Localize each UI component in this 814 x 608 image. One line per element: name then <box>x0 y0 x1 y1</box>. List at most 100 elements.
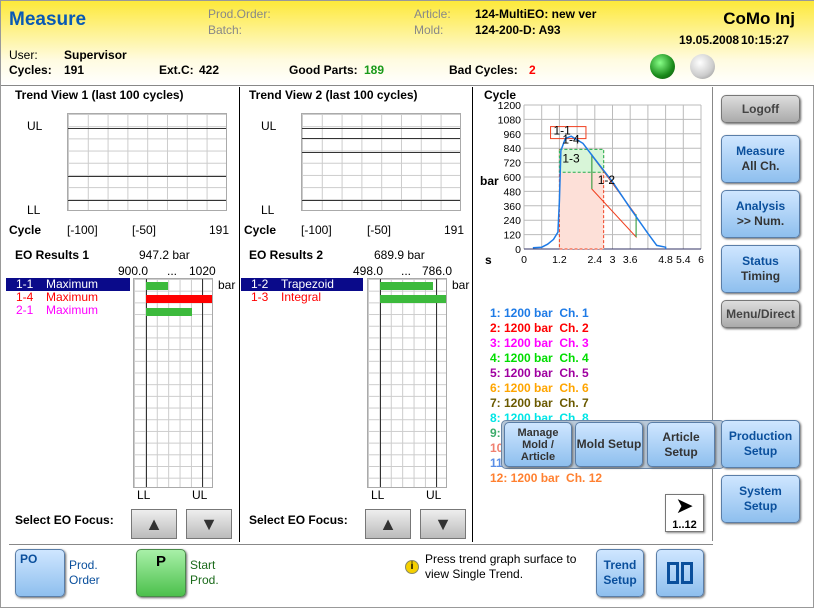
app-name: CoMo Inj <box>723 9 795 28</box>
x-tick-label: 2.4 <box>587 254 602 266</box>
status-button[interactable]: Status Timing <box>721 245 800 293</box>
y-tick-label: 480 <box>503 186 521 198</box>
arrow-down-icon: ▼ <box>434 513 452 534</box>
eo-name: Maximum <box>46 290 99 304</box>
eo-result-bar <box>380 295 446 303</box>
eo2-unit: bar <box>452 278 470 292</box>
eo-id: 2-1 <box>16 303 34 317</box>
eo1-value: 947.2 bar <box>139 248 190 262</box>
eo-name: Maximum <box>46 277 99 291</box>
button-label: Menu/Direct <box>726 306 795 321</box>
user-label: User: <box>9 48 38 62</box>
eo-result-row[interactable]: 1-3 Integral <box>241 291 363 304</box>
channel-legend-item: 5: 1200 bar Ch. 5 <box>490 366 589 380</box>
eo2-dots: ... <box>401 264 412 278</box>
production-setup-button[interactable]: Production Setup <box>721 420 800 468</box>
eo2-focus-down-button[interactable]: ▼ <box>420 509 466 539</box>
cycles-value: 191 <box>64 63 85 77</box>
channel-page-button[interactable]: ➤ 1..12 <box>665 494 704 532</box>
eo1-max: 1020 <box>189 264 216 278</box>
cycle-chart[interactable]: 0120240360480600720840960108012000 1.2 2.4… <box>476 97 716 267</box>
trend2-title: Trend View 2 (last 100 cycles) <box>249 88 418 102</box>
status-light-green-icon <box>650 54 675 79</box>
eo-result-row[interactable]: 2-1 Maximum <box>6 304 130 317</box>
prod-order-label: Prod. Order <box>69 558 100 587</box>
channel-legend-item: 4: 1200 bar Ch. 4 <box>490 351 589 365</box>
arrow-up-icon: ▲ <box>379 513 397 534</box>
article-value: 124-MultiEO: new ver <box>475 7 597 21</box>
eo2-ul: UL <box>426 488 442 502</box>
system-setup-button[interactable]: System Setup <box>721 475 800 523</box>
x-tick-label: 1.2 <box>552 254 567 266</box>
button-label: Analysis <box>735 199 786 213</box>
button-label: Status <box>742 254 779 268</box>
y-tick-label: 240 <box>503 215 521 227</box>
eo-id: 1-3 <box>251 290 269 304</box>
po-document-icon: PO <box>20 552 38 566</box>
channel-page-label: 1..12 <box>672 519 697 531</box>
eo2-focus-label: Select EO Focus: <box>249 513 348 527</box>
button-label: System Setup <box>739 484 782 513</box>
button-sublabel: Timing <box>740 269 781 283</box>
batch-label: Batch: <box>208 23 243 37</box>
channel-legend-item: 1: 1200 bar Ch. 1 <box>490 306 589 320</box>
button-label: Production Setup <box>728 429 793 458</box>
button-label: Manage Mold / Article <box>517 426 559 463</box>
bad-cycles-label: Bad Cycles: <box>449 63 518 77</box>
trend1-ul: UL <box>27 119 43 133</box>
trend2-graph[interactable] <box>301 113 461 211</box>
mold-label: Mold: <box>414 23 444 37</box>
mold-value: 124-200-D: A93 <box>475 23 561 37</box>
trend2-tick: 191 <box>444 223 465 237</box>
trend1-tick: [-100] <box>67 223 98 237</box>
button-label: Mold Setup <box>576 437 642 451</box>
split-view-button[interactable] <box>656 549 704 597</box>
cycles-label: Cycles: <box>9 63 52 77</box>
channel-legend-item: 7: 1200 bar Ch. 7 <box>490 396 589 410</box>
time: 10:15:27 <box>741 33 790 47</box>
y-tick-label: 360 <box>503 201 521 213</box>
y-tick-label: 120 <box>503 230 521 242</box>
start-prod-button[interactable]: P <box>136 549 186 597</box>
eo-result-bar <box>146 295 212 303</box>
eo1-bar-graph <box>133 278 213 488</box>
extc-label: Ext.C: <box>159 63 194 77</box>
eo2-value: 689.9 bar <box>374 248 425 262</box>
start-prod-label: Start Prod. <box>190 558 219 587</box>
x-tick-label: 5.4 <box>676 254 691 266</box>
mold-setup-button[interactable]: Mold Setup <box>575 422 643 467</box>
eo2-bar-graph <box>367 278 447 488</box>
arrow-down-icon: ▼ <box>200 513 218 534</box>
button-label: Logoff <box>741 101 780 116</box>
channel-legend-item: 12: 1200 bar Ch. 12 <box>490 471 603 485</box>
trend-setup-button[interactable]: Trend Setup <box>596 549 644 597</box>
eo1-ul: UL <box>192 488 208 502</box>
analysis-button[interactable]: Analysis >> Num. <box>721 190 800 238</box>
eo1-unit: bar <box>218 278 236 292</box>
eo2-max: 786.0 <box>422 264 453 278</box>
measure-button[interactable]: Measure All Ch. <box>721 135 800 183</box>
prod-order-button[interactable]: PO <box>15 549 65 597</box>
eo1-focus-label: Select EO Focus: <box>15 513 114 527</box>
header: Measure Prod.Order: Batch: Article: 124-… <box>1 1 814 86</box>
arrow-up-icon: ▲ <box>145 513 163 534</box>
eo1-focus-up-button[interactable]: ▲ <box>131 509 177 539</box>
article-setup-button[interactable]: Article Setup <box>647 422 715 467</box>
manage-mold-article-button[interactable]: Manage Mold / Article <box>504 422 572 467</box>
logoff-button[interactable]: Logoff <box>721 95 800 123</box>
x-tick-label: 6 <box>698 254 704 266</box>
menu-direct-button[interactable]: Menu/Direct <box>721 300 800 328</box>
trend2-tick: [-100] <box>301 223 332 237</box>
trend1-graph[interactable] <box>67 113 227 211</box>
user-value: Supervisor <box>64 48 127 62</box>
split-view-icon <box>667 562 693 584</box>
button-label: Article Setup <box>662 429 700 459</box>
button-sublabel: All Ch. <box>741 159 780 173</box>
eo1-min: 900.0 <box>118 264 149 278</box>
info-icon: i <box>405 560 419 574</box>
good-parts-value: 189 <box>364 63 385 77</box>
eo2-focus-up-button[interactable]: ▲ <box>365 509 411 539</box>
eo1-focus-down-button[interactable]: ▼ <box>186 509 232 539</box>
button-sublabel: >> Num. <box>736 214 785 228</box>
eo-name: Maximum <box>46 303 99 317</box>
